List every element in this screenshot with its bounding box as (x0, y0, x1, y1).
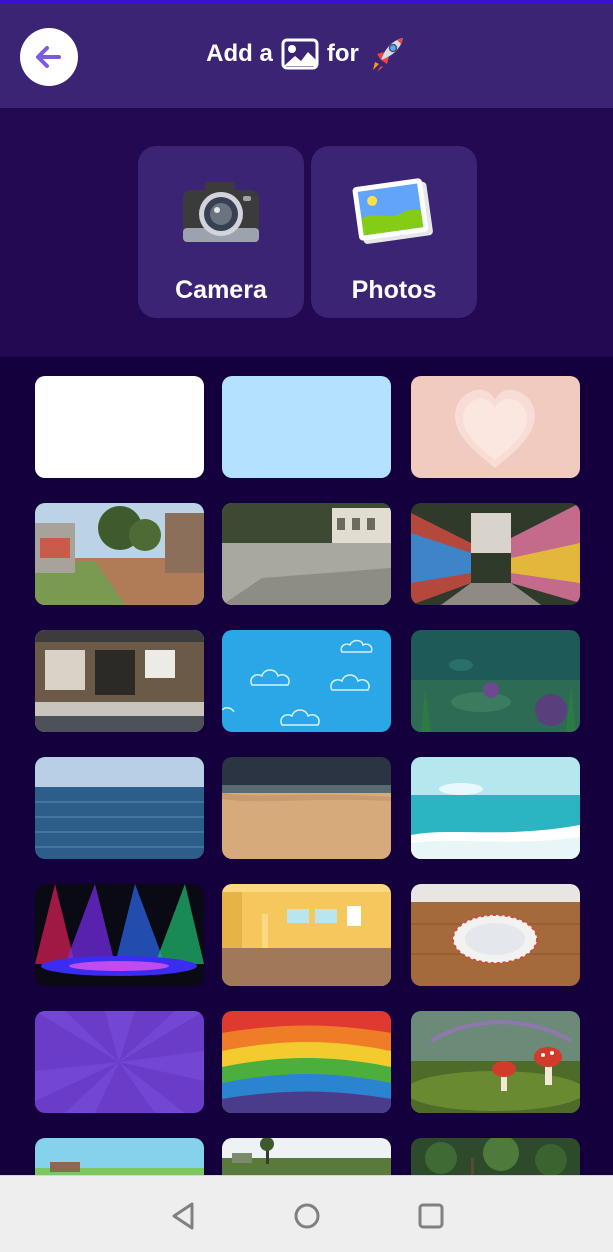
home-circle-icon[interactable] (289, 1198, 325, 1234)
background-japanese-storefront[interactable] (35, 630, 204, 732)
background-underwater[interactable] (411, 630, 580, 732)
background-jungle[interactable] (411, 1138, 580, 1175)
background-grid (0, 357, 613, 1175)
top-bar: Add a for (0, 0, 613, 108)
background-cloud-drawing[interactable] (222, 630, 391, 732)
background-plate-on-table[interactable] (411, 884, 580, 986)
background-plaza[interactable] (222, 503, 391, 605)
back-triangle-icon[interactable] (166, 1198, 202, 1234)
camera-icon (183, 182, 259, 242)
background-pink-heart[interactable] (411, 376, 580, 478)
background-palm-trees[interactable] (222, 1138, 391, 1175)
camera-label: Camera (175, 276, 267, 304)
background-village-street[interactable] (35, 503, 204, 605)
camera-button[interactable]: Camera (138, 146, 304, 318)
rocket-emoji-icon (372, 37, 403, 72)
background-white[interactable] (35, 376, 204, 478)
background-purple-rays[interactable] (35, 1011, 204, 1113)
photos-button[interactable]: Photos (311, 146, 477, 318)
background-stage-lights[interactable] (35, 884, 204, 986)
arrow-left-icon (36, 46, 61, 68)
page-title: Add a for (206, 34, 407, 74)
background-graffiti-alley[interactable] (411, 503, 580, 605)
system-nav-bar (0, 1175, 613, 1252)
recents-square-icon[interactable] (413, 1198, 449, 1234)
photos-label: Photos (351, 276, 437, 304)
background-light-blue[interactable] (222, 376, 391, 478)
title-mid: for (326, 39, 359, 67)
background-beach-sand[interactable] (222, 757, 391, 859)
background-ocean[interactable] (35, 757, 204, 859)
title-prefix: Add a (206, 39, 273, 67)
background-rainbow[interactable] (222, 1011, 391, 1113)
photos-icon (352, 178, 433, 244)
background-field[interactable] (35, 1138, 204, 1175)
source-section: Camera Photos (0, 108, 613, 357)
background-room[interactable] (222, 884, 391, 986)
image-icon (281, 38, 319, 69)
background-mushrooms[interactable] (411, 1011, 580, 1113)
back-button[interactable] (20, 28, 78, 86)
background-cartoon-beach[interactable] (411, 757, 580, 859)
